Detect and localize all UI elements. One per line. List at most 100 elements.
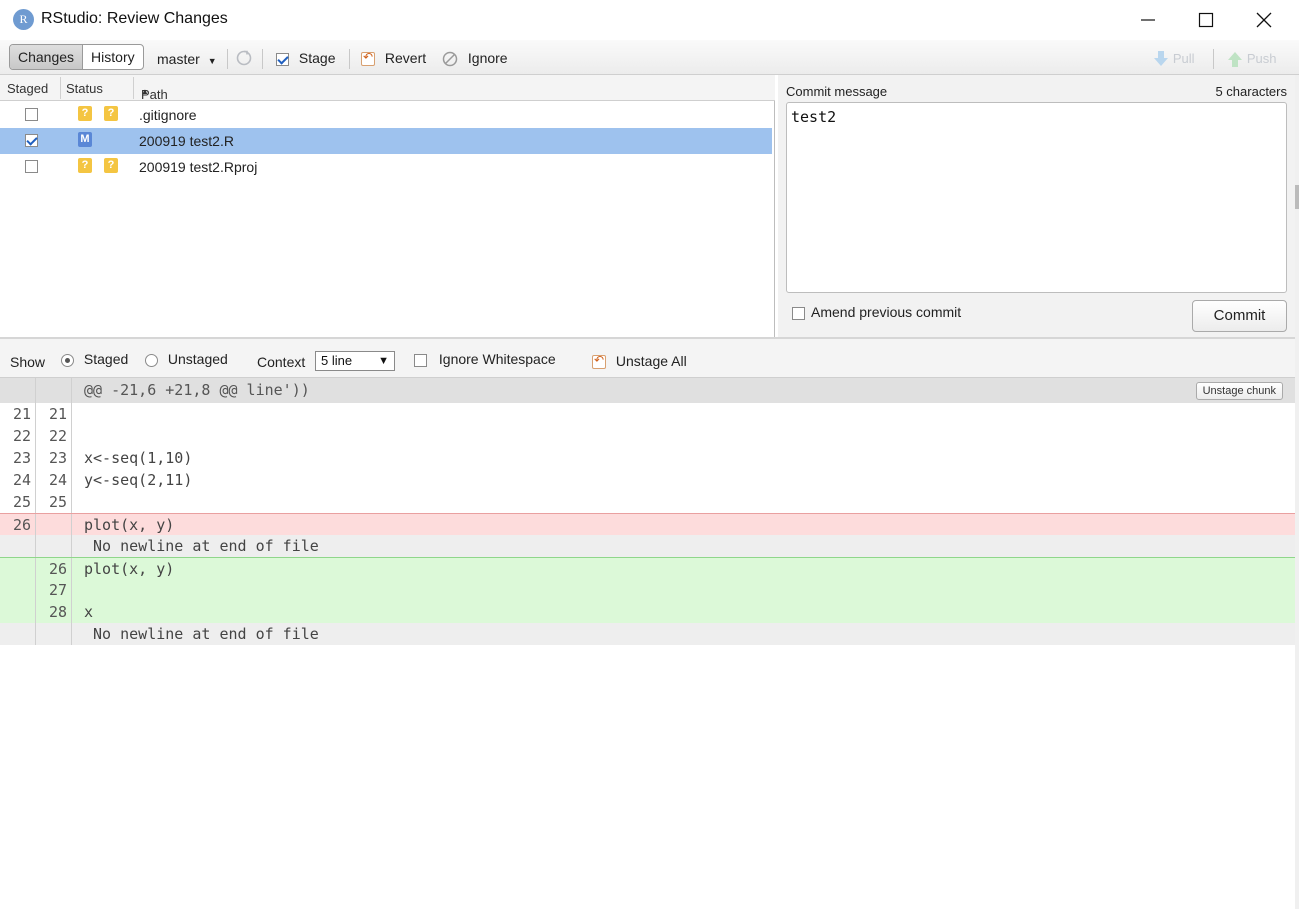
stage-checkbox[interactable] xyxy=(25,134,38,147)
unstage-all-icon xyxy=(592,353,606,370)
diff-line[interactable]: 26 plot(x, y) xyxy=(0,557,1295,579)
unstaged-radio-icon[interactable] xyxy=(145,353,158,367)
ignore-whitespace-label: Ignore Whitespace xyxy=(438,351,556,367)
new-line-number: 21 xyxy=(36,403,72,425)
code-text: x<-seq(1,10) xyxy=(84,449,193,467)
hunk-header-text: @@ -21,6 +21,8 @@ line')) xyxy=(84,381,310,399)
ignore-button[interactable]: Ignore xyxy=(442,50,508,67)
old-line-number xyxy=(0,579,36,601)
maximize-button[interactable] xyxy=(1177,0,1235,40)
commit-panel: Commit message 5 characters test2 Amend … xyxy=(778,75,1299,337)
commit-message-input[interactable]: test2 xyxy=(786,102,1287,293)
diff-line[interactable]: 24 24 y<-seq(2,11) xyxy=(0,469,1295,491)
pull-label: Pull xyxy=(1172,51,1195,66)
refresh-icon xyxy=(236,50,252,66)
toolbar-divider xyxy=(227,49,228,69)
stage-checkbox[interactable] xyxy=(25,108,38,121)
toolbar-divider xyxy=(349,49,350,69)
stage-checkbox[interactable] xyxy=(25,160,38,173)
path-header-label: Path xyxy=(141,87,168,102)
staged-radio-icon[interactable] xyxy=(61,353,74,367)
push-button[interactable]: Push xyxy=(1227,50,1277,68)
history-tab[interactable]: History xyxy=(83,45,143,69)
new-line-number: 22 xyxy=(36,425,72,447)
old-line-number xyxy=(0,558,36,579)
unstage-all-button[interactable]: Unstage All xyxy=(592,353,687,370)
untracked-status-icon: ? xyxy=(78,158,92,173)
toolbar-divider xyxy=(262,49,263,69)
staged-radio-label: Staged xyxy=(83,351,129,367)
old-line-number: 26 xyxy=(0,514,36,535)
unstaged-radio[interactable]: Unstaged xyxy=(145,351,228,367)
unstaged-radio-label: Unstaged xyxy=(167,351,228,367)
new-line-number: 27 xyxy=(36,579,72,601)
old-line-number: 24 xyxy=(0,469,36,491)
context-lines-value: 5 line xyxy=(321,353,353,368)
file-row[interactable]: M 200919 test2.R xyxy=(0,128,772,154)
modified-status-icon: M xyxy=(78,132,92,147)
diff-line[interactable]: 26 plot(x, y) xyxy=(0,513,1295,535)
new-line-number: 24 xyxy=(36,469,72,491)
diff-line[interactable]: 23 23 x<-seq(1,10) xyxy=(0,447,1295,469)
unstage-chunk-button[interactable]: Unstage chunk xyxy=(1195,382,1283,400)
hunk-header: @@ -21,6 +21,8 @@ line')) Unstage chunk xyxy=(0,378,1295,403)
diff-line[interactable]: 28 x xyxy=(0,601,1295,623)
stage-button[interactable]: Stage xyxy=(276,50,335,66)
scrollbar-thumb[interactable] xyxy=(1295,185,1299,209)
file-path: 200919 test2.R xyxy=(139,133,234,149)
amend-previous-commit-checkbox[interactable]: Amend previous commit xyxy=(792,304,961,320)
show-label: Show xyxy=(10,354,46,370)
old-line-number xyxy=(0,601,36,623)
branch-dropdown[interactable]: master ▼ xyxy=(157,51,217,67)
diff-line[interactable]: No newline at end of file xyxy=(0,623,1295,645)
file-row[interactable]: ?? .gitignore xyxy=(0,102,772,128)
diff-line[interactable]: No newline at end of file xyxy=(0,535,1295,557)
diff-line[interactable]: 27 xyxy=(0,579,1295,601)
diff-line[interactable]: 22 22 xyxy=(0,425,1295,447)
column-divider xyxy=(133,77,134,99)
status-column-header[interactable]: Status xyxy=(66,81,103,96)
new-line-number: 23 xyxy=(36,447,72,469)
new-line-number xyxy=(36,623,72,645)
old-line-number: 22 xyxy=(0,425,36,447)
revert-button[interactable]: Revert xyxy=(361,50,426,67)
old-line-number xyxy=(0,623,36,645)
push-arrow-icon xyxy=(1228,52,1242,68)
branch-name: master xyxy=(157,51,200,67)
old-line-number: 21 xyxy=(0,403,36,425)
old-line-number: 23 xyxy=(0,447,36,469)
stage-check-icon xyxy=(276,52,289,66)
ignore-icon xyxy=(442,52,458,67)
context-lines-select[interactable]: 5 line ▼ xyxy=(315,351,395,371)
changes-tab[interactable]: Changes xyxy=(10,45,84,69)
ignore-whitespace-check[interactable] xyxy=(414,353,427,367)
staged-radio[interactable]: Staged xyxy=(61,351,128,367)
minimize-button[interactable] xyxy=(1119,0,1177,40)
window-title: RStudio: Review Changes xyxy=(41,10,228,27)
diff-toolbar: Show Staged Unstaged Context 5 line ▼ Ig… xyxy=(0,337,1299,378)
untracked-status-icon: ? xyxy=(104,106,118,121)
untracked-status-icon: ? xyxy=(104,158,118,173)
close-icon xyxy=(1256,12,1272,28)
review-toolbar: Changes History master ▼ Stage Revert Ig… xyxy=(0,40,1299,75)
toolbar-divider xyxy=(1213,49,1214,69)
ignore-whitespace-checkbox[interactable]: Ignore Whitespace xyxy=(414,351,556,367)
file-row[interactable]: ?? 200919 test2.Rproj xyxy=(0,154,772,180)
diff-line[interactable]: 25 25 xyxy=(0,491,1295,513)
pull-button[interactable]: Pull xyxy=(1153,50,1195,68)
refresh-button[interactable] xyxy=(235,49,253,70)
amend-checkbox[interactable] xyxy=(792,306,805,320)
pull-arrow-icon xyxy=(1154,51,1168,67)
commit-button[interactable]: Commit xyxy=(1192,300,1287,332)
close-button[interactable] xyxy=(1235,0,1293,40)
file-path: .gitignore xyxy=(139,107,197,123)
new-line-number: 25 xyxy=(36,491,72,513)
dropdown-arrow-icon: ▼ xyxy=(378,355,389,367)
amend-label: Amend previous commit xyxy=(811,304,962,320)
commit-char-count: 5 characters xyxy=(1215,84,1287,99)
untracked-status-icon: ? xyxy=(78,106,92,121)
staged-column-header[interactable]: Staged xyxy=(7,81,48,96)
diff-view: @@ -21,6 +21,8 @@ line')) Unstage chunk … xyxy=(0,378,1295,909)
code-text: plot(x, y) xyxy=(84,560,175,578)
diff-line[interactable]: 21 21 xyxy=(0,403,1295,425)
